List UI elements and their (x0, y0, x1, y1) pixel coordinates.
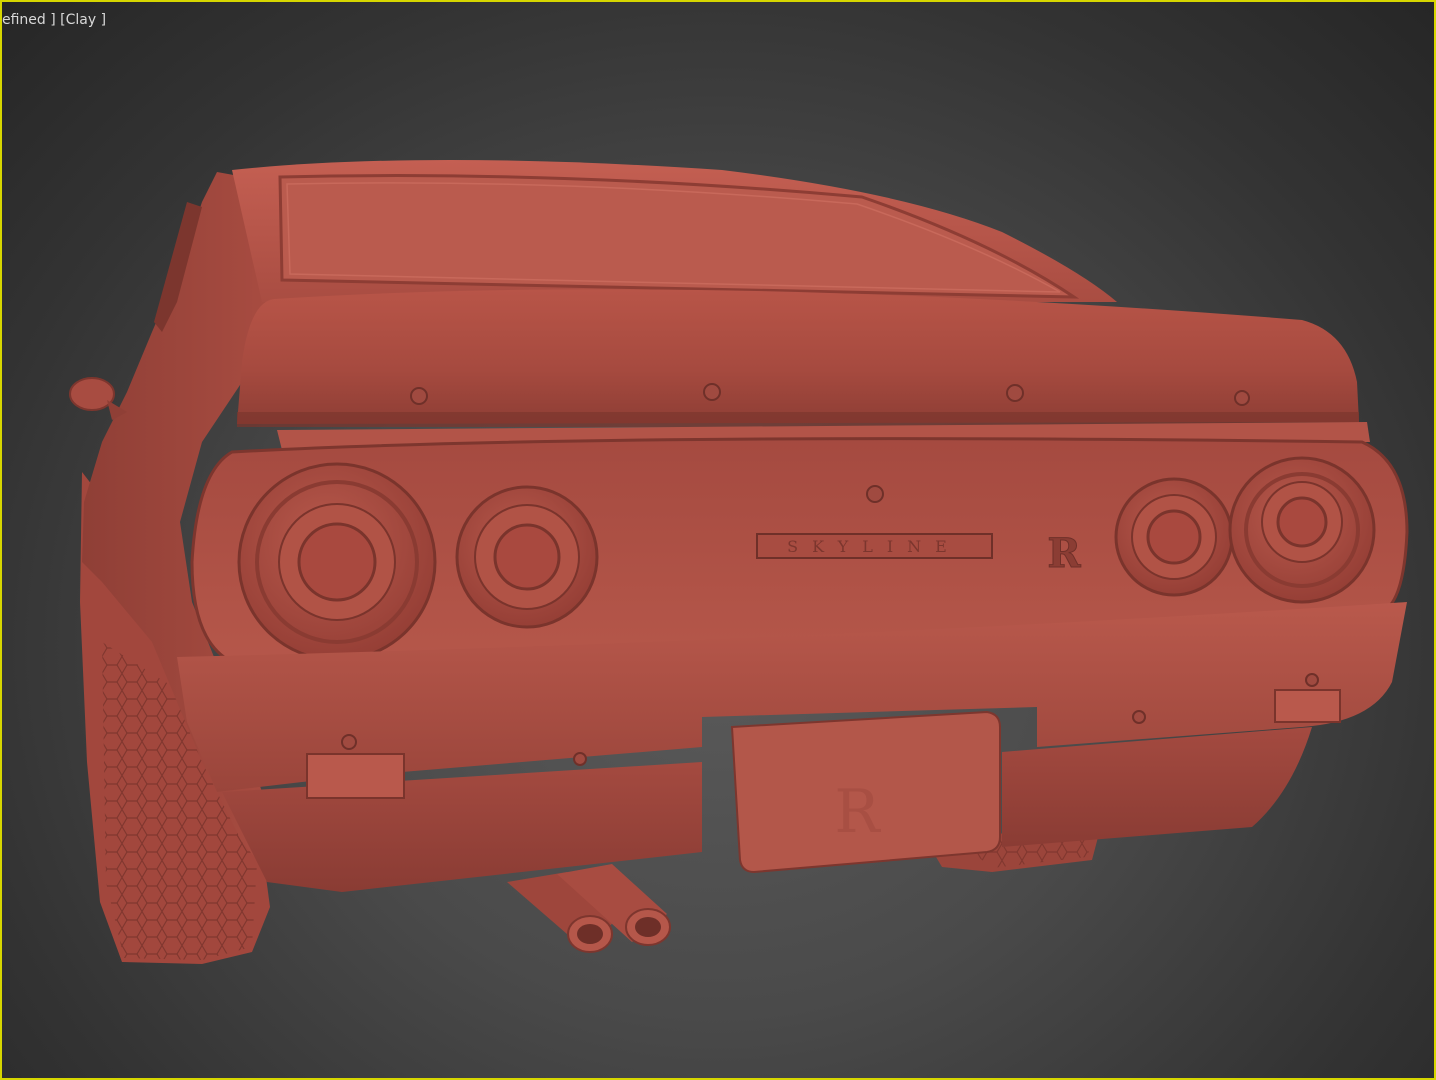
gt-r-emblem: R (1047, 530, 1082, 578)
exhaust-pipes (507, 864, 671, 953)
tail-light-left-outer (237, 462, 437, 662)
tail-light-right-inner (1114, 477, 1234, 597)
viewport[interactable]: efined ] [Clay ] SKYLINE R R (0, 0, 1436, 1080)
license-plate: R (730, 710, 1001, 874)
svg-text:R: R (1047, 530, 1081, 577)
side-mirror (69, 377, 127, 420)
svg-text:SKYLINE: SKYLINE (787, 537, 961, 556)
skyline-badge: SKYLINE (756, 533, 993, 559)
tail-light-right-outer (1228, 456, 1376, 604)
trunk-lock (866, 485, 884, 503)
tail-light-left-inner (455, 485, 599, 629)
svg-text:R: R (834, 777, 881, 847)
car-model-render[interactable]: SKYLINE R R (2, 2, 1436, 1080)
